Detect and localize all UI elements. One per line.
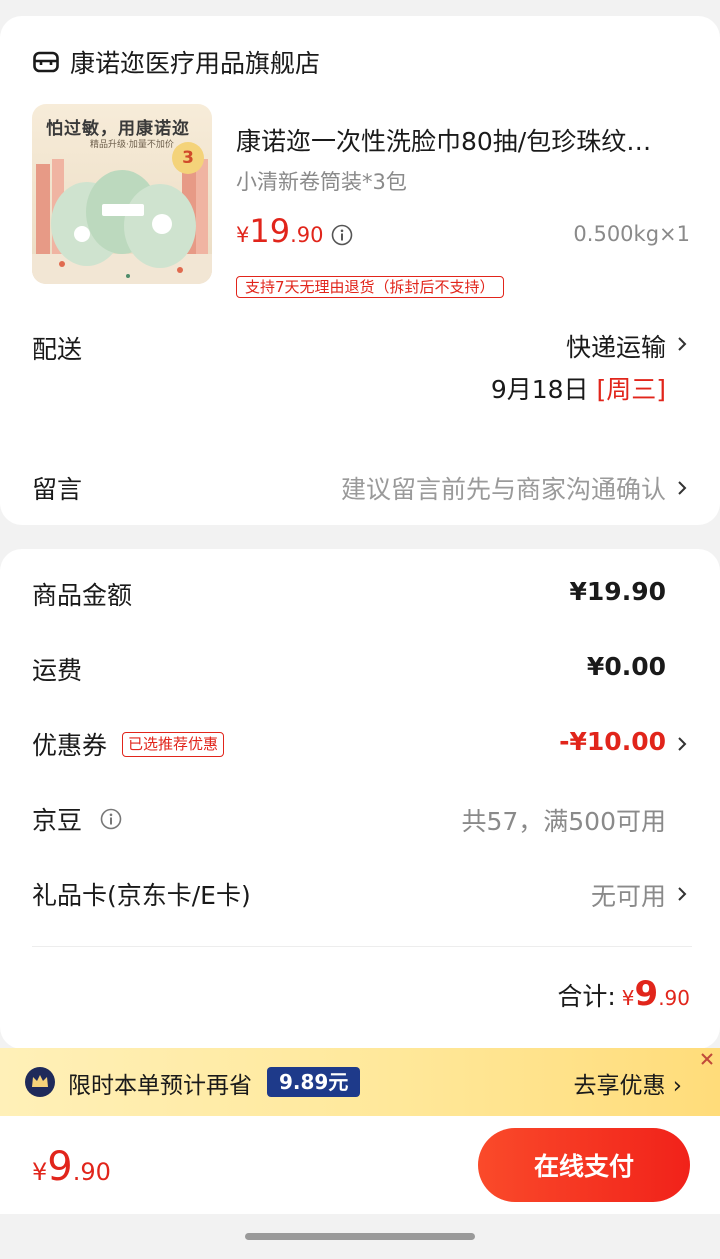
coupon-label: 优惠券 (32, 731, 108, 760)
delivery-label: 配送 (32, 335, 83, 364)
total-symbol: ¥ (621, 986, 635, 1010)
message-label: 留言 (32, 475, 83, 504)
price-integer: 19 (249, 212, 291, 250)
bottom-price-decimal: .90 (72, 1158, 111, 1186)
price-symbol: ¥ (236, 223, 250, 247)
bottom-price-integer: 9 (47, 1144, 73, 1190)
promo-banner[interactable]: 限时本单预计再省 9.89元 去享优惠 › (0, 1048, 720, 1116)
bottom-pay-bar: ¥ 9 .90 在线支付 (0, 1116, 720, 1214)
divider (32, 946, 692, 947)
promo-text: 限时本单预计再省 (68, 1073, 252, 1099)
chevron-right-icon[interactable] (676, 884, 688, 904)
gift-card-value[interactable]: 无可用 (591, 877, 666, 913)
delivery-method[interactable]: 快递运输 (566, 328, 666, 364)
chevron-right-icon[interactable] (676, 334, 688, 354)
home-indicator[interactable] (245, 1233, 475, 1240)
product-price: ¥ 19 .90 (236, 212, 324, 250)
bottom-price-symbol: ¥ (32, 1158, 48, 1186)
delivery-date: 9月18日 [周三] (491, 370, 666, 406)
coupon-recommend-tag: 已选推荐优惠 (122, 732, 225, 757)
weight-quantity: 0.500kg×1 (573, 222, 690, 246)
order-total: 合计: ¥ 9 .90 (557, 974, 690, 1014)
goods-amount-value: ¥19.90 (569, 577, 666, 606)
bottom-price: ¥ 9 .90 (32, 1144, 111, 1190)
shop-header[interactable]: 康诺迩医疗用品旗舰店 (32, 44, 320, 80)
shipping-label: 运费 (32, 656, 83, 685)
total-decimal: .90 (658, 986, 690, 1010)
chevron-right-icon[interactable] (676, 734, 688, 754)
jd-bean-value: 共57，满500可用 (461, 807, 666, 836)
thumbnail-headline: 怕过敏，用康诺迩 (46, 119, 190, 139)
total-label: 合计: (557, 982, 616, 1011)
price-decimal: .90 (290, 223, 324, 247)
shipping-value: ¥0.00 (586, 652, 666, 681)
price-info-icon[interactable] (331, 224, 353, 246)
coupon-value[interactable]: -¥10.00 (559, 727, 666, 756)
thumbnail-count-badge: 3 (172, 142, 204, 174)
shop-name: 康诺迩医疗用品旗舰店 (70, 49, 321, 78)
thumbnail-subtitle: 精品升级·加量不加价 (90, 140, 174, 150)
message-hint[interactable]: 建议留言前先与商家沟通确认 (341, 470, 666, 506)
close-icon[interactable] (700, 1052, 714, 1066)
goods-amount-label: 商品金额 (32, 581, 133, 610)
jd-bean-label: 京豆 (32, 806, 83, 835)
return-policy-tag: 支持7天无理由退货（拆封后不支持） (236, 276, 504, 298)
product-spec: 小清新卷筒装*3包 (236, 170, 407, 194)
promo-action[interactable]: 去享优惠 › (573, 1066, 682, 1100)
product-thumbnail[interactable]: 怕过敏，用康诺迩 精品升级·加量不加价 3 (32, 104, 212, 284)
gift-card-label: 礼品卡(京东卡/E卡) (32, 881, 251, 910)
total-integer: 9 (634, 974, 659, 1014)
delivery-date-text: 9月18日 (490, 375, 589, 404)
crown-icon (25, 1067, 55, 1097)
jd-bean-info-icon[interactable] (100, 808, 122, 830)
chevron-right-icon[interactable] (676, 478, 688, 498)
delivery-weekday: [周三] (596, 375, 666, 404)
product-title[interactable]: 康诺迩一次性洗脸巾80抽/包珍珠纹… (236, 122, 696, 158)
pay-online-button[interactable]: 在线支付 (478, 1128, 690, 1202)
shop-icon (33, 51, 59, 73)
promo-savings-badge: 9.89元 (267, 1067, 361, 1097)
